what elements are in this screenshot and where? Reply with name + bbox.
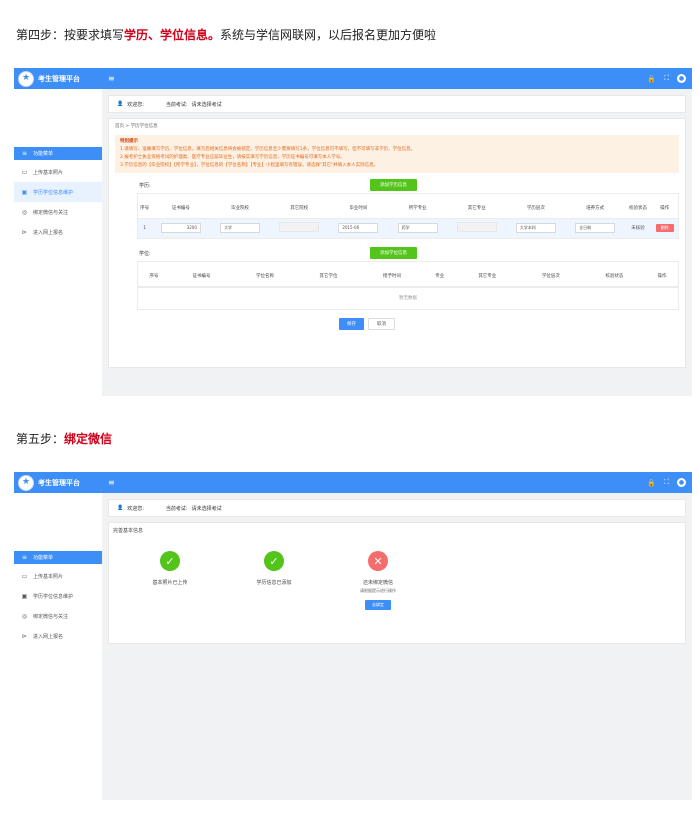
step5-highlight: 绑定微信 <box>64 432 113 446</box>
edu-label: 学历: <box>139 182 151 189</box>
top-bar: ★ 考生管理平台 ≡ 🔒 ⛶ ● <box>14 68 692 89</box>
enter-icon: ⊳ <box>21 632 28 640</box>
sidebar-item-edu-info[interactable]: ▣ 学历学位信息维护 <box>14 182 102 202</box>
check-icon: ✓ <box>160 551 180 571</box>
add-edu-button[interactable]: 添加学历信息 <box>370 179 417 191</box>
breadcrumb: 首页 > 学历学位信息 <box>115 124 158 129</box>
step4-suffix: 系统与学信网联网，以后报名更加方便啦 <box>220 28 437 42</box>
exam-value[interactable]: 请未选择考试 <box>192 101 222 108</box>
lock-icon[interactable]: 🔒 <box>647 75 656 83</box>
step4-prefix: 第四步：按要求填写 <box>16 28 125 42</box>
degree-table-header: 序号 证书编号 学位名称 其它学位 授予时间 专业 其它专业 学位层次 校验状态… <box>138 266 678 287</box>
logo-icon: ★ <box>18 474 34 491</box>
exam-label: 当前考试: <box>165 505 188 512</box>
sidebar-item-wechat[interactable]: ◎ 绑定微信与关注 <box>14 606 102 626</box>
step5-title: 第五步：绑定微信 <box>16 430 112 447</box>
main-content: 👤 欢迎您: 当前考试: 请未选择考试 首页 > 学历学位信息 特别提示 1.请… <box>102 89 692 396</box>
photo-icon: ▭ <box>21 168 28 176</box>
exam-value[interactable]: 请未选择考试 <box>192 505 222 512</box>
status-wechat: ✕ 还未绑定微信 请根据提示进行操作 去绑定 <box>337 551 419 610</box>
grad-time-input[interactable]: 2015-06 <box>338 223 379 234</box>
menu-icon: ≡ <box>21 150 28 157</box>
photo-icon: ▭ <box>21 572 28 580</box>
delete-button[interactable]: 删除 <box>655 224 674 233</box>
wechat-icon: ◎ <box>21 612 28 620</box>
table-row: 1 3200 大学 2015-06 药学 大学本科 全日制 未核验 删除 <box>138 218 678 238</box>
degree-label: 学位: <box>139 250 151 257</box>
step5-prefix: 第五步： <box>16 432 65 446</box>
status-panel: 完善基本信息 ✓ 基本照片已上传 ✓ 学历信息已添加 ✕ 还未绑定微信 请根据提… <box>108 522 686 644</box>
notice-box: 特别提示 1.请填写、准确填写学历、学位信息，填写后相关信息将会被锁定。学历信息… <box>115 135 679 173</box>
cert-number-input[interactable]: 3200 <box>160 223 201 234</box>
step4-highlight: 学历、学位信息。 <box>124 28 221 42</box>
sidebar-header: ≡ 功能菜单 <box>14 551 102 564</box>
welcome-label: 欢迎您: <box>127 101 144 108</box>
screenshot-bind-wechat: ★ 考生管理平台 ≡ 🔒 ⛶ ● ≡ 功能菜单 ▭ 上传基本照片 ▣ 学历学位信息维护… <box>14 472 692 800</box>
no-data-text: 暂无数据 <box>138 286 678 309</box>
lock-icon[interactable]: 🔒 <box>647 479 656 487</box>
sidebar-item-register[interactable]: ⊳ 进入网上报名 <box>14 626 102 646</box>
edu-table-header: 序号 证书编号 毕业院校 其它院校 毕业时间 所学专业 其它专业 学历层次 培养… <box>138 198 678 219</box>
verify-status: 未核验 <box>624 218 652 238</box>
status-photo: ✓ 基本照片已上传 <box>129 551 211 610</box>
sidebar-item-register[interactable]: ⊳ 进入网上报名 <box>14 222 102 242</box>
welcome-bar: 👤 欢迎您: 当前考试: 请未选择考试 <box>108 95 686 113</box>
sidebar-item-edu-info[interactable]: ▣ 学历学位信息维护 <box>14 586 102 606</box>
level-select[interactable]: 大学本科 <box>515 223 556 234</box>
sidebar-item-wechat[interactable]: ◎ 绑定微信与关注 <box>14 202 102 222</box>
app-title: 考生管理平台 <box>38 74 80 83</box>
step4-title: 第四步：按要求填写学历、学位信息。系统与学信网联网，以后报名更加方便啦 <box>16 26 436 43</box>
notice-line: 2.报考护士执业资格考试的护理类、医疗专业应届毕业生，请按实填写学历信息，学历证… <box>120 155 345 160</box>
brand: ★ 考生管理平台 <box>14 472 102 493</box>
brand: ★ 考生管理平台 <box>14 68 102 89</box>
notice-line: 1.请填写、准确填写学历、学位信息，填写后相关信息将会被锁定。学历信息至少需要填… <box>120 147 416 152</box>
bind-wechat-button[interactable]: 去绑定 <box>365 600 391 610</box>
other-major-input[interactable] <box>456 222 497 233</box>
fullscreen-icon[interactable]: ⛶ <box>664 74 669 83</box>
exam-label: 当前考试: <box>165 101 188 108</box>
wechat-icon: ◎ <box>21 208 28 216</box>
sidebar: ≡ 功能菜单 ▭ 上传基本照片 ▣ 学历学位信息维护 ◎ 绑定微信与关注 ⊳ 进入网上报名 <box>14 493 102 800</box>
add-degree-button[interactable]: 添加学位信息 <box>370 247 417 259</box>
school-input[interactable]: 大学 <box>220 223 261 234</box>
fullscreen-icon[interactable]: ⛶ <box>664 478 669 487</box>
menu-toggle-icon[interactable]: ≡ <box>108 478 115 487</box>
save-button[interactable]: 保存 <box>339 317 364 330</box>
avatar[interactable]: ● <box>677 74 686 83</box>
document-icon: ▣ <box>21 592 28 600</box>
notice-title: 特别提示 <box>120 139 138 144</box>
other-school-input[interactable] <box>279 222 320 233</box>
sidebar-item-upload-photo[interactable]: ▭ 上传基本照片 <box>14 566 102 586</box>
edu-table: 序号 证书编号 毕业院校 其它院校 毕业时间 所学专业 其它专业 学历层次 培养… <box>137 193 679 239</box>
menu-toggle-icon[interactable]: ≡ <box>108 74 115 83</box>
welcome-label: 欢迎您: <box>127 505 144 512</box>
welcome-bar: 👤 欢迎您: 当前考试: 请未选择考试 <box>108 499 686 517</box>
notice-line: 3.学历信息的【毕业院校】【所学专业】，学位信息的【学位名称】【专业】小程里填写… <box>120 163 379 168</box>
avatar[interactable]: ● <box>677 478 686 487</box>
enter-icon: ⊳ <box>21 228 28 236</box>
screenshot-edu-info: ★ 考生管理平台 ≡ 🔒 ⛶ ● ≡ 功能菜单 ▭ 上传基本照片 ▣ 学历学位信息维护… <box>14 68 692 396</box>
close-icon: ✕ <box>368 551 388 571</box>
degree-table: 序号 证书编号 学位名称 其它学位 授予时间 专业 其它专业 学位层次 校验状态… <box>137 261 679 310</box>
user-icon: 👤 <box>117 101 124 107</box>
top-bar: ★ 考生管理平台 ≡ 🔒 ⛶ ● <box>14 472 692 493</box>
document-icon: ▣ <box>21 188 28 196</box>
major-select[interactable]: 药学 <box>397 223 438 234</box>
check-icon: ✓ <box>264 551 284 571</box>
app-title: 考生管理平台 <box>38 478 80 487</box>
main-content: 👤 欢迎您: 当前考试: 请未选择考试 完善基本信息 ✓ 基本照片已上传 ✓ 学… <box>102 493 692 800</box>
section-title: 完善基本信息 <box>113 528 144 534</box>
sidebar-item-upload-photo[interactable]: ▭ 上传基本照片 <box>14 162 102 182</box>
logo-icon: ★ <box>18 70 34 87</box>
cancel-button[interactable]: 取消 <box>368 317 395 330</box>
mode-select[interactable]: 全日制 <box>575 223 616 234</box>
user-icon: 👤 <box>117 505 124 511</box>
status-edu: ✓ 学历信息已添加 <box>233 551 315 610</box>
edu-panel: 首页 > 学历学位信息 特别提示 1.请填写、准确填写学历、学位信息，填写后相关… <box>108 118 686 368</box>
sidebar-header: ≡ 功能菜单 <box>14 147 102 160</box>
sidebar: ≡ 功能菜单 ▭ 上传基本照片 ▣ 学历学位信息维护 ◎ 绑定微信与关注 ⊳ 进入网上报名 <box>14 89 102 396</box>
menu-icon: ≡ <box>21 554 28 561</box>
